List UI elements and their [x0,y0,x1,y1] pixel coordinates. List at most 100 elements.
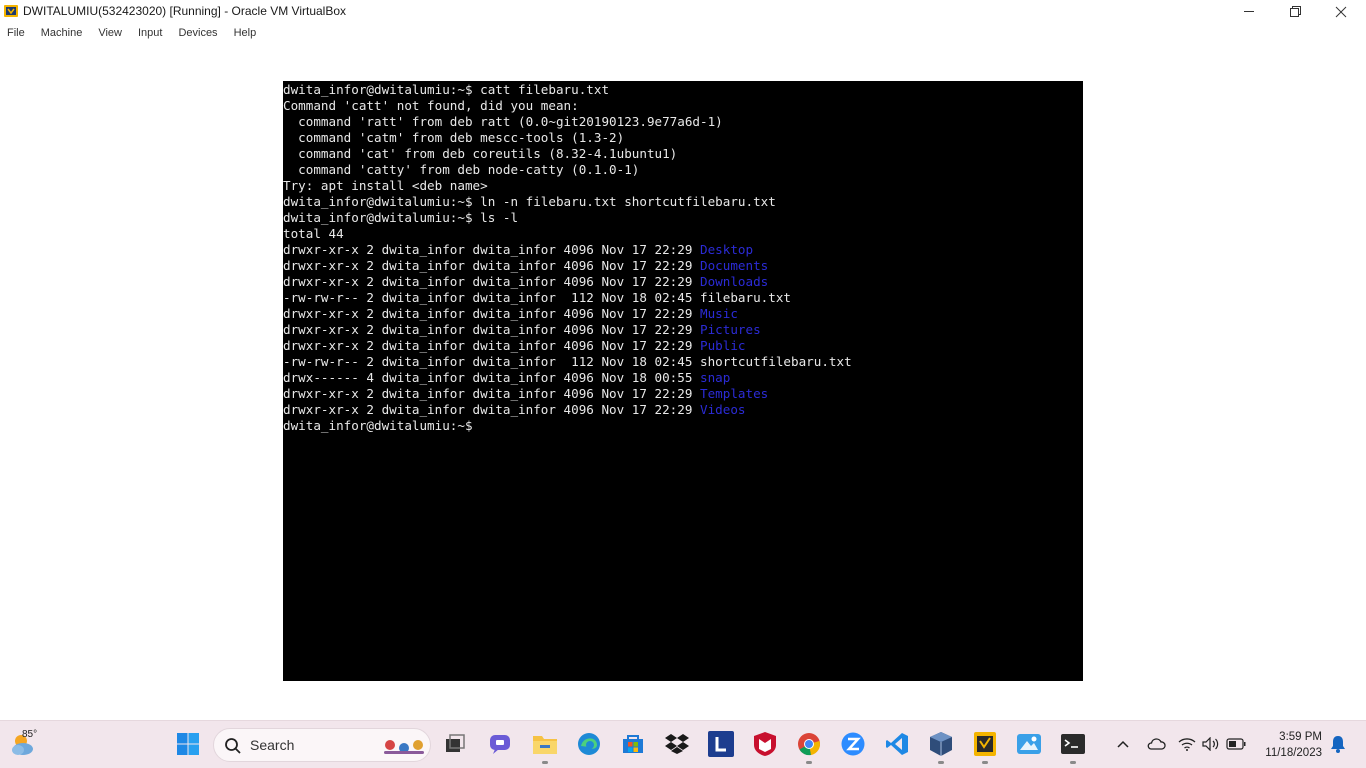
cloud-icon [1147,738,1166,750]
terminal-line: total 44 [283,226,1083,242]
onedrive-button[interactable] [1144,731,1168,757]
mcafee-button[interactable] [752,731,778,757]
clock[interactable]: 3:59 PM 11/18/2023 [1265,729,1322,761]
terminal-line-text: dwita_infor@dwitalumiu:~$ ls -l [283,210,519,225]
terminal-line-text: drwx------ 4 dwita_infor dwita_infor 409… [283,370,701,385]
menu-view[interactable]: View [98,27,122,39]
terminal-line: Command 'catt' not found, did you mean: [283,98,1083,114]
terminal-line-text: drwxr-xr-x 2 dwita_infor dwita_infor 409… [283,402,701,417]
terminal-line: -rw-rw-r-- 2 dwita_infor dwita_infor 112… [283,354,1083,370]
l-app-button[interactable] [708,731,734,757]
terminal-line: dwita_infor@dwitalumiu:~$ catt filebaru.… [283,82,1083,98]
notifications-button[interactable] [1328,731,1348,757]
clock-date: 11/18/2023 [1265,747,1322,759]
virtualbox-running-indicator [938,761,944,764]
menu-input[interactable]: Input [138,27,162,39]
directory-name: snap [700,370,731,385]
terminal-line: drwxr-xr-x 2 dwita_infor dwita_infor 409… [283,274,1083,290]
chat-icon [490,735,510,754]
minimize-icon [1243,11,1254,12]
terminal-line-text: command 'catm' from deb mescc-tools (1.3… [283,130,625,145]
virtualbox-vm-icon [974,732,996,756]
dropbox-button[interactable] [664,731,690,757]
terminal-line-text: drwxr-xr-x 2 dwita_infor dwita_infor 409… [283,338,701,353]
file-name: filebaru.txt [700,290,792,305]
weather-temperature: 85° [22,729,38,740]
battery-icon [1226,738,1246,750]
terminal-line-text: command 'cat' from deb coreutils (8.32-4… [283,146,678,161]
battery-button[interactable] [1224,731,1248,757]
terminal-line-text: drwxr-xr-x 2 dwita_infor dwita_infor 409… [283,306,701,321]
directory-name: Pictures [700,322,761,337]
volume-button[interactable] [1200,731,1222,757]
terminal-line-text: dwita_infor@dwitalumiu:~$ catt filebaru.… [283,82,610,97]
close-icon [1335,6,1347,17]
edge-icon [578,733,600,755]
terminal-line: command 'cat' from deb coreutils (8.32-4… [283,146,1083,162]
file-explorer-icon [533,736,557,754]
menu-devices[interactable]: Devices [178,27,217,39]
virtualbox-app-icon [4,5,18,17]
terminal-line-text: Command 'catt' not found, did you mean: [283,98,579,113]
terminal-line-text: Try: apt install <deb name> [283,178,488,193]
taskbar: 85° Search 3:59 PM 11/18/2023 [0,720,1366,768]
restore-button[interactable] [1272,0,1318,23]
close-button[interactable] [1318,0,1364,23]
chevron-up-icon [1117,740,1129,748]
directory-name: Templates [700,386,769,401]
terminal-line-text: command 'catty' from deb node-catty (0.1… [283,162,640,177]
menu-bar: File Machine View Input Devices Help [0,23,1366,43]
edge-button[interactable] [576,731,602,757]
chrome-button[interactable] [796,731,822,757]
terminal-line-text: -rw-rw-r-- 2 dwita_infor dwita_infor 112… [283,354,701,369]
wifi-button[interactable] [1176,731,1198,757]
terminal-line-text: drwxr-xr-x 2 dwita_infor dwita_infor 409… [283,274,701,289]
terminal-line-text: drwxr-xr-x 2 dwita_infor dwita_infor 409… [283,242,701,257]
file-explorer-button[interactable] [532,731,558,757]
terminal-button[interactable] [1060,731,1086,757]
search-highlight-illustration [384,740,424,754]
chat-button[interactable] [487,731,513,757]
terminal-line: drwxr-xr-x 2 dwita_infor dwita_infor 409… [283,306,1083,322]
directory-name: Videos [700,402,746,417]
task-view-icon [446,734,465,752]
terminal-line: command 'ratt' from deb ratt (0.0~git201… [283,114,1083,130]
search-bar[interactable]: Search [213,728,431,762]
file-name: shortcutfilebaru.txt [700,354,852,369]
terminal-line-text: dwita_infor@dwitalumiu:~$ ln -n filebaru… [283,194,776,209]
terminal-line: Try: apt install <deb name> [283,178,1083,194]
terminal-line-text: -rw-rw-r-- 2 dwita_infor dwita_infor 112… [283,290,701,305]
show-hidden-icons-button[interactable] [1112,731,1134,757]
search-placeholder: Search [250,737,295,753]
menu-help[interactable]: Help [234,27,257,39]
mcafee-icon [754,732,776,756]
vscode-button[interactable] [884,731,910,757]
terminal-icon [1061,734,1085,754]
title-bar: DWITALUMIU(532423020) [Running] - Oracle… [0,0,1366,23]
terminal-line: command 'catm' from deb mescc-tools (1.3… [283,130,1083,146]
task-view-button[interactable] [442,731,468,757]
store-button[interactable] [620,731,646,757]
terminal-line: command 'catty' from deb node-catty (0.1… [283,162,1083,178]
virtualbox-vm-button[interactable] [972,731,998,757]
l-app-icon [708,731,734,757]
menu-file[interactable]: File [7,27,25,39]
vm-terminal-screen[interactable]: dwita_infor@dwitalumiu:~$ catt filebaru.… [283,81,1083,681]
menu-machine[interactable]: Machine [41,27,83,39]
bell-icon [1331,736,1345,753]
paint-button[interactable] [1016,731,1042,757]
minimize-button[interactable] [1226,0,1272,23]
search-icon [225,738,241,754]
virtualbox-button[interactable] [928,731,954,757]
directory-name: Public [700,338,746,353]
start-icon [177,733,199,755]
speaker-icon [1202,737,1219,751]
terminal-line: drwxr-xr-x 2 dwita_infor dwita_infor 409… [283,402,1083,418]
terminal-line-text: drwxr-xr-x 2 dwita_infor dwita_infor 409… [283,386,701,401]
paint-icon [1017,734,1041,754]
terminal-line: drwxr-xr-x 2 dwita_infor dwita_infor 409… [283,322,1083,338]
virtualbox-icon [930,732,952,756]
zoom-button[interactable] [840,731,866,757]
directory-name: Desktop [700,242,754,257]
start-button[interactable] [175,731,201,757]
